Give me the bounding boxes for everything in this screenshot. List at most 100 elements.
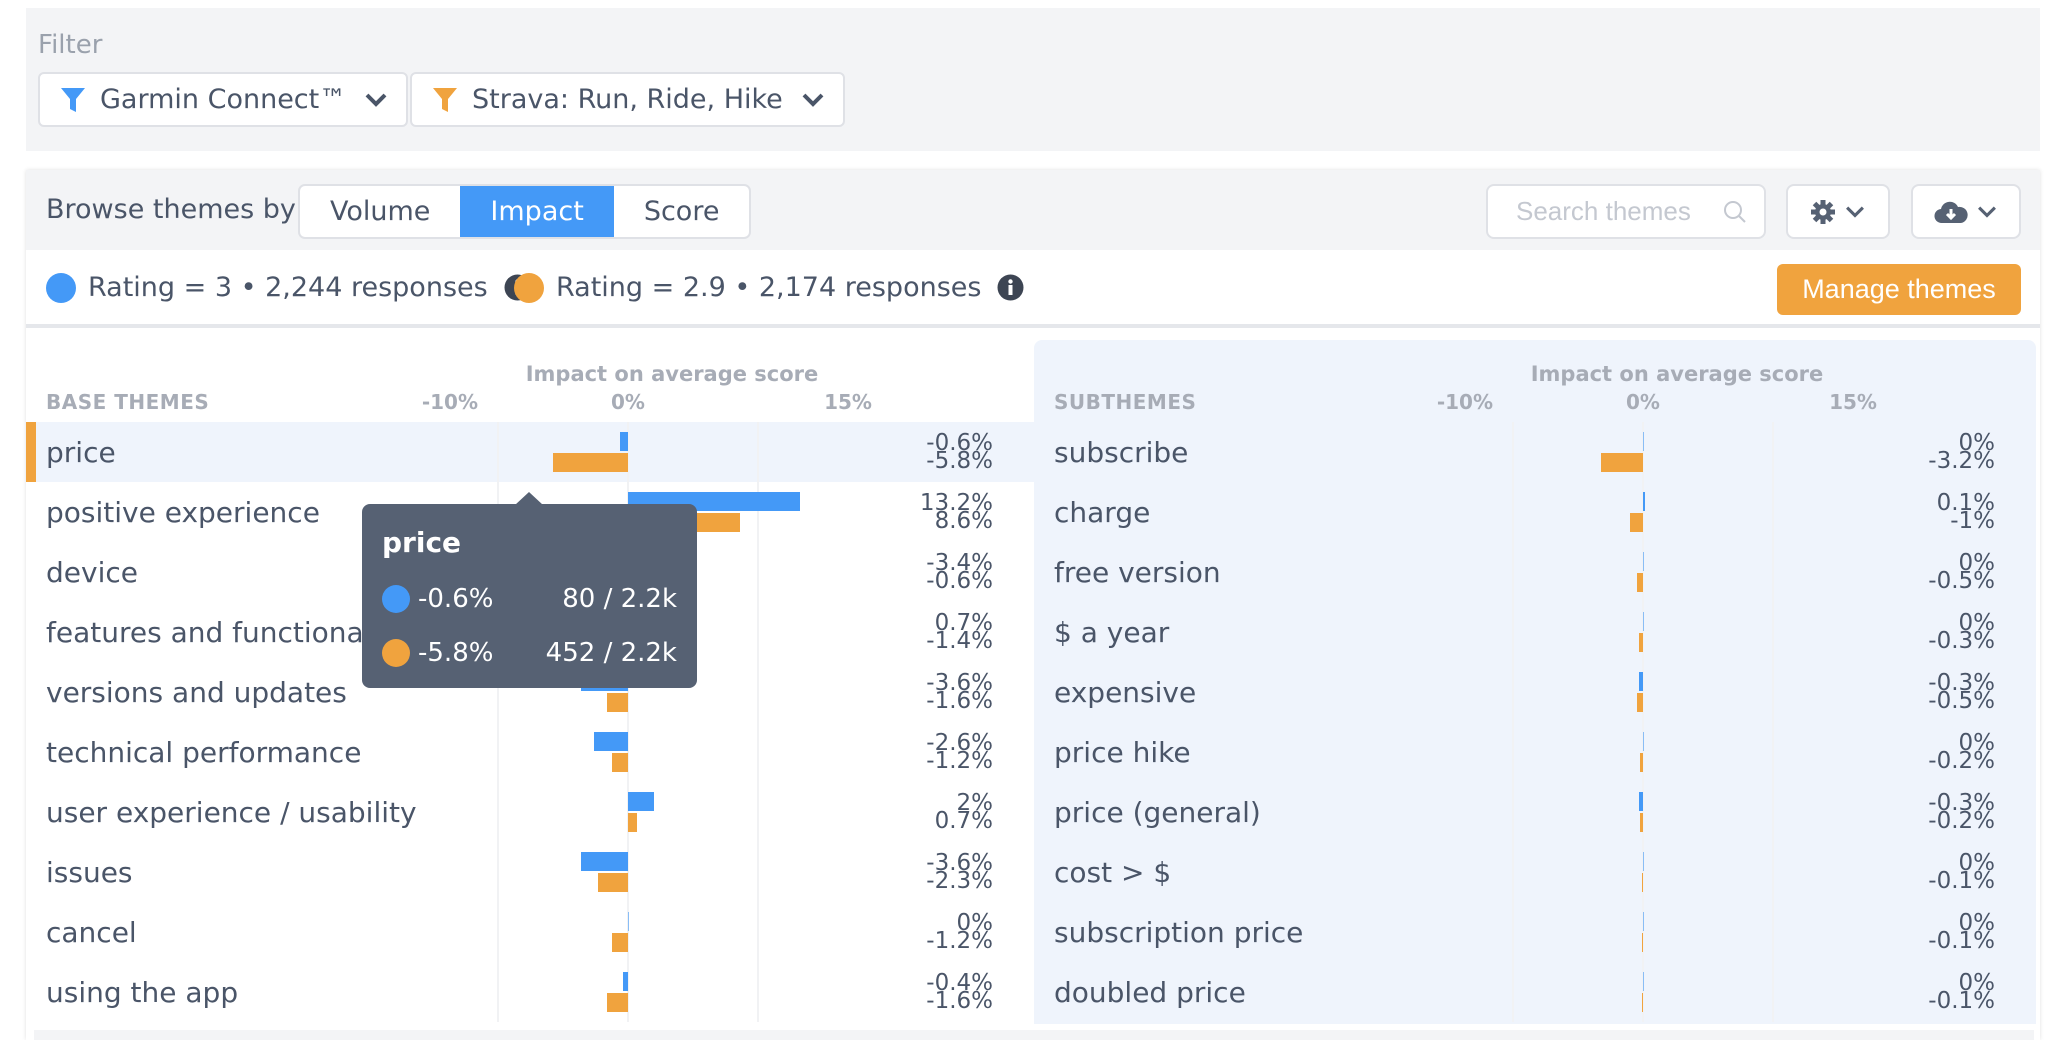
filter-strava-label: Strava: Run, Ride, Hike (472, 84, 783, 115)
manage-themes-button[interactable]: Manage themes (1777, 264, 2021, 315)
theme-label: doubled price (1054, 976, 1246, 1009)
theme-row[interactable]: price (general) (1034, 782, 2036, 842)
tick-label: 15% (824, 390, 872, 414)
bar-orange[interactable] (1636, 693, 1643, 712)
bar-orange[interactable] (607, 693, 628, 712)
theme-row[interactable]: technical performance (26, 722, 1034, 782)
bar-orange[interactable] (607, 993, 628, 1012)
filter-strava-dropdown[interactable]: Strava: Run, Ride, Hike (410, 72, 845, 127)
filter-garmin-label: Garmin Connect™ (100, 84, 347, 115)
gridline (1512, 422, 1514, 1022)
theme-row[interactable]: subscribe (1034, 422, 2036, 482)
bar-blue[interactable] (1643, 612, 1644, 631)
theme-row[interactable]: doubled price (1034, 962, 2036, 1022)
search-themes (1486, 184, 1766, 239)
bar-orange[interactable] (598, 873, 628, 892)
tooltip-value: -0.6% (418, 584, 494, 614)
theme-row[interactable]: price (26, 422, 1034, 482)
orange-dot-icon (382, 639, 410, 667)
settings-dropdown-button[interactable] (1786, 184, 1890, 239)
download-dropdown-button[interactable] (1911, 184, 2021, 239)
theme-row[interactable]: $ a year (1034, 602, 2036, 662)
info-icon[interactable] (997, 274, 1024, 301)
chevron-down-icon (365, 93, 387, 107)
theme-row[interactable]: cancel (26, 902, 1034, 962)
bar-orange[interactable] (1630, 513, 1643, 532)
tab-impact[interactable]: Impact (460, 186, 614, 237)
theme-row[interactable]: expensive (1034, 662, 2036, 722)
theme-row[interactable]: user experience / usability (26, 782, 1034, 842)
bar-orange[interactable] (1639, 633, 1643, 652)
value-label: -5.8% (926, 448, 993, 474)
value-label: 0.7% (934, 808, 993, 834)
bar-orange[interactable] (1601, 453, 1643, 472)
bar-blue[interactable] (620, 432, 628, 451)
panel-footer (34, 1030, 2034, 1040)
theme-row[interactable]: free version (1034, 542, 2036, 602)
bar-blue[interactable] (1639, 672, 1643, 691)
chevron-down-icon (802, 93, 824, 107)
tooltip-arrow (515, 492, 543, 505)
bar-orange[interactable] (1640, 753, 1643, 772)
value-label: -1.4% (926, 628, 993, 654)
bar-blue[interactable] (1643, 732, 1644, 751)
legend-series-2-label: Rating = 2.9 • 2,174 responses (556, 272, 982, 303)
theme-row[interactable]: price hike (1034, 722, 2036, 782)
search-themes-input[interactable] (1516, 196, 1716, 227)
bar-blue[interactable] (1643, 912, 1644, 931)
bar-blue[interactable] (1643, 552, 1644, 571)
theme-label: free version (1054, 556, 1221, 589)
bar-blue[interactable] (581, 852, 628, 871)
bar-orange[interactable] (1641, 933, 1643, 952)
bar-orange[interactable] (1641, 873, 1643, 892)
bar-blue[interactable] (1643, 972, 1644, 991)
gridline (1642, 422, 1644, 1022)
value-label: -0.1% (1928, 928, 1995, 954)
bar-blue[interactable] (1643, 492, 1645, 511)
theme-label: price hike (1054, 736, 1191, 769)
theme-label: using the app (46, 976, 239, 1009)
tab-volume[interactable]: Volume (300, 186, 460, 237)
bar-blue[interactable] (1639, 792, 1643, 811)
bar-blue[interactable] (628, 792, 654, 811)
tab-score[interactable]: Score (614, 186, 750, 237)
bar-orange[interactable] (1636, 573, 1643, 592)
bar-orange[interactable] (1640, 813, 1643, 832)
bar-blue[interactable] (1643, 852, 1644, 871)
orange-dot-icon (514, 272, 544, 303)
theme-row[interactable]: subscription price (1034, 902, 2036, 962)
theme-label: versions and updates (46, 676, 347, 709)
tooltip-value: -5.8% (418, 638, 494, 668)
theme-label: charge (1054, 496, 1151, 529)
filter-garmin-dropdown[interactable]: Garmin Connect™ (38, 72, 409, 127)
value-label: -0.5% (1928, 688, 1995, 714)
gear-icon (1811, 199, 1835, 224)
bar-orange[interactable] (612, 753, 628, 772)
tooltip-count: 80 / 2.2k (562, 584, 677, 614)
tooltip-row: -5.8% 452 / 2.2k (382, 638, 677, 668)
theme-row[interactable]: charge (1034, 482, 2036, 542)
theme-label: technical performance (46, 736, 362, 769)
value-label: -0.2% (1928, 808, 1995, 834)
chevron-down-icon (1978, 206, 1996, 218)
legend-series-1-label: Rating = 3 • 2,244 responses (88, 272, 488, 303)
theme-row[interactable]: issues (26, 842, 1034, 902)
theme-label: expensive (1054, 676, 1197, 709)
cloud-download-icon (1934, 201, 1968, 223)
gridline (1772, 422, 1774, 1022)
bar-orange[interactable] (1641, 993, 1643, 1012)
theme-label: subscription price (1054, 916, 1304, 949)
bar-blue[interactable] (622, 972, 628, 991)
value-label: -0.3% (1928, 628, 1995, 654)
theme-row[interactable]: using the app (26, 962, 1034, 1022)
bar-orange[interactable] (628, 813, 638, 832)
bar-blue[interactable] (594, 732, 628, 751)
tooltip-count: 452 / 2.2k (545, 638, 677, 668)
bar-orange[interactable] (612, 933, 628, 952)
bar-blue[interactable] (1643, 432, 1644, 451)
bar-blue[interactable] (628, 912, 629, 931)
theme-label: issues (46, 856, 133, 889)
value-label: -2.3% (926, 868, 993, 894)
bar-orange[interactable] (552, 453, 628, 472)
theme-row[interactable]: cost > $ (1034, 842, 2036, 902)
